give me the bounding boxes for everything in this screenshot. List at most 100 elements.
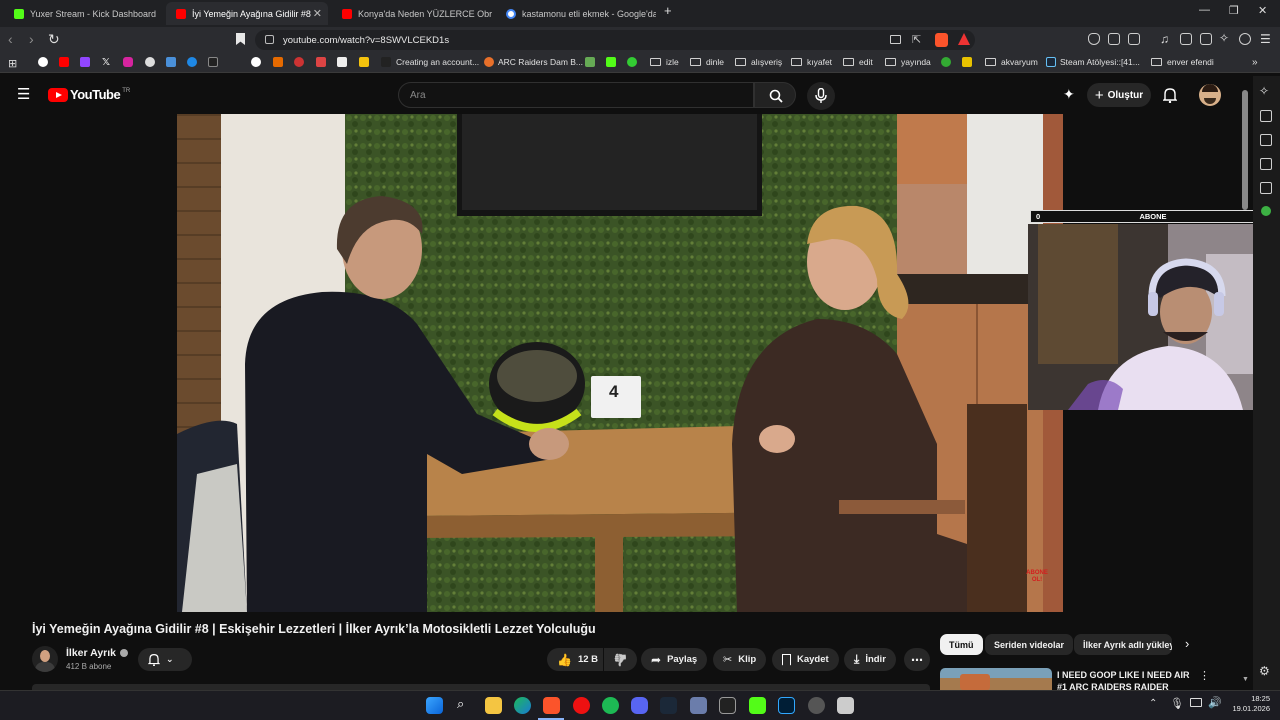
folder-yayinda[interactable]: yayında [885, 57, 931, 67]
folder-izle[interactable]: izle [650, 57, 679, 67]
edge-icon[interactable] [514, 697, 531, 714]
clip-button[interactable]: ✂ Klip [713, 648, 767, 671]
minimize-icon[interactable]: — [1199, 4, 1210, 16]
download-button[interactable]: ⤓ İndir [844, 648, 896, 671]
file-explorer-icon[interactable] [485, 697, 502, 714]
kick-icon[interactable] [749, 697, 766, 714]
obs-icon[interactable] [808, 697, 825, 714]
media-icon[interactable]: ♫ [1160, 32, 1169, 46]
share-page-icon[interactable]: ⇱ [912, 33, 921, 46]
vpn-shield-icon[interactable] [1088, 33, 1100, 45]
bookmark-steam-workshop[interactable]: Steam Atölyesi::[41... [1046, 57, 1140, 67]
folder-alisveris[interactable]: alışveriş [735, 57, 782, 67]
bookmark-4[interactable] [251, 57, 261, 67]
share-button[interactable]: ➦ Paylaş [641, 648, 708, 671]
subscribe-bell-button[interactable]: ⌄ [138, 648, 192, 671]
calculator-icon[interactable] [690, 697, 707, 714]
sidebar-icon[interactable] [1180, 33, 1192, 45]
speaker-icon[interactable]: 🔊 [1208, 696, 1222, 709]
recommended-more-icon[interactable]: ⋮ [1199, 669, 1210, 682]
bookmark-icon[interactable] [236, 33, 245, 45]
microphone-tray-icon[interactable]: 🎙 [1170, 697, 1184, 710]
premium-sparkle-icon[interactable]: ✦ [1063, 86, 1075, 103]
discord-icon[interactable] [631, 697, 648, 714]
snipping-tool-icon[interactable] [837, 697, 854, 714]
bookmark-11[interactable] [627, 57, 637, 67]
bookmark-twitch[interactable] [80, 57, 90, 67]
start-icon[interactable] [426, 697, 443, 714]
folder-dinle[interactable]: dinle [690, 57, 724, 67]
screenshot-icon[interactable] [1128, 33, 1140, 45]
status-dot-icon[interactable] [1261, 206, 1271, 216]
recommended-thumbnail[interactable] [940, 668, 1052, 690]
reading-list-icon[interactable] [1260, 110, 1272, 122]
channel-avatar[interactable] [32, 646, 58, 672]
leo-ai-icon[interactable]: ✧ [1219, 31, 1229, 45]
bookmark-10[interactable] [585, 57, 595, 67]
bookmark-arc-raiders[interactable]: ARC Raiders Dam B... [484, 57, 583, 67]
reload-icon[interactable]: ↻ [48, 32, 60, 46]
history-icon[interactable] [1260, 158, 1272, 170]
chips-next-icon[interactable]: › [1185, 636, 1189, 651]
channel-name-row[interactable]: İlker Ayrık [66, 647, 129, 659]
new-tab-button[interactable]: + [664, 3, 672, 18]
create-button[interactable]: + Oluştur [1087, 83, 1151, 107]
chip-all[interactable]: Tümü [940, 634, 983, 655]
taskbar-clock[interactable]: 18:25 19.01.2026 [1226, 694, 1270, 714]
bookmark-1[interactable] [166, 57, 176, 67]
tab-google-search[interactable]: kastamonu etli ekmek - Google'da Ar [496, 2, 656, 25]
tab-kick-dashboard[interactable]: Yuxer Stream - Kick Dashboard [4, 2, 162, 25]
more-bookmarks-icon[interactable]: » [1252, 57, 1258, 68]
brave-shields-icon[interactable] [935, 33, 948, 47]
chip-uploader[interactable]: İlker Ayrık adlı yükleyici [1074, 634, 1172, 655]
wallet-icon[interactable] [1200, 33, 1212, 45]
cast-icon[interactable] [890, 35, 901, 44]
menu-icon[interactable]: ☰ [1260, 32, 1271, 46]
bookmark-7[interactable] [316, 57, 326, 67]
notifications-bell-icon[interactable] [1163, 87, 1177, 103]
folder-kiyafet[interactable]: kıyafet [791, 57, 832, 67]
subscribe-watermark[interactable]: ABONE OL! [1023, 570, 1051, 584]
bookmark-9[interactable] [359, 57, 369, 67]
hamburger-menu-icon[interactable]: ☰ [17, 87, 30, 102]
tray-chevron-icon[interactable]: ⌃ [1149, 698, 1157, 709]
chip-series[interactable]: Seriden videolar [985, 634, 1074, 655]
apps-grid-icon[interactable]: ⊞ [8, 57, 17, 70]
folder-akvaryum[interactable]: akvaryum [985, 57, 1038, 67]
bookmark-2[interactable] [187, 57, 197, 67]
forward-icon[interactable]: › [29, 32, 34, 46]
bookmark-5[interactable] [273, 57, 283, 67]
settings-gear-icon[interactable]: ⚙ [1259, 664, 1270, 678]
bookmark-3[interactable] [208, 57, 218, 67]
search-input[interactable]: Ara [398, 82, 754, 108]
notes-icon[interactable] [1260, 182, 1272, 194]
scrollbar-thumb[interactable] [1242, 90, 1248, 210]
bookmark-kick[interactable] [606, 57, 616, 67]
like-button[interactable]: 👍 12 B [547, 648, 603, 671]
bookmark-instagram[interactable] [123, 57, 133, 67]
restore-icon[interactable]: ❐ [1229, 4, 1239, 17]
display-icon[interactable] [1190, 698, 1202, 707]
bookmarks-panel-icon[interactable] [1260, 134, 1272, 146]
close-tab-icon[interactable]: ✕ [313, 7, 322, 20]
taskbar-search-icon[interactable]: ⌕ [457, 696, 464, 712]
back-icon[interactable]: ‹ [8, 32, 13, 46]
bookmark-6[interactable] [294, 57, 304, 67]
youtube-logo[interactable]: YouTube TR [48, 87, 130, 102]
bookmark-youtube[interactable] [59, 57, 69, 67]
voice-search-button[interactable] [807, 82, 835, 110]
folder-enver-efendi[interactable]: enver efendi [1151, 57, 1214, 67]
bookmark-8[interactable] [337, 57, 347, 67]
bookmark-google[interactable] [38, 57, 48, 67]
ai-sparkle-icon[interactable]: ✧ [1259, 84, 1269, 98]
bookmark-12[interactable] [941, 57, 951, 67]
search-button[interactable] [754, 82, 796, 108]
folder-edit[interactable]: edit [843, 57, 873, 67]
scroll-down-icon[interactable]: ▼ [1242, 676, 1249, 683]
site-info-icon[interactable] [265, 35, 274, 44]
avatar[interactable] [1199, 84, 1221, 106]
dislike-button[interactable]: 👍 [604, 648, 637, 671]
url-field[interactable]: youtube.com/watch?v=8SWVLCEKD1s ⇱ [255, 30, 975, 50]
save-button[interactable]: Kaydet [772, 648, 839, 671]
more-actions-button[interactable]: ⋯ [904, 648, 930, 671]
